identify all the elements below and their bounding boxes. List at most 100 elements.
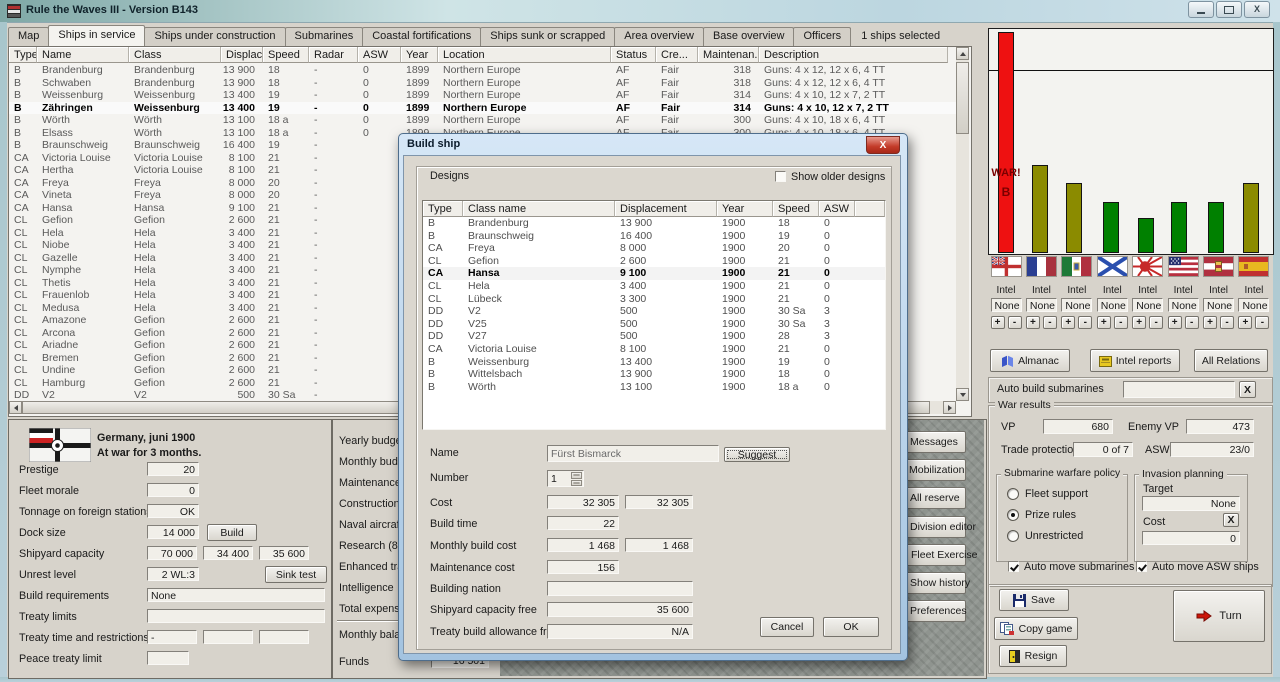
tab-base-overview[interactable]: Base overview	[703, 27, 795, 46]
column-header-location[interactable]: Location	[438, 47, 611, 63]
intel-level-field[interactable]: None	[1026, 298, 1057, 312]
design-row[interactable]: BWörth13 100190018 a0	[423, 381, 885, 394]
design-row[interactable]: BBrandenburg13 9001900180	[423, 217, 885, 230]
scroll-down-button[interactable]	[956, 388, 969, 401]
intel-increase-button[interactable]: +	[991, 316, 1005, 329]
intel-level-field[interactable]: None	[1238, 298, 1269, 312]
design-header-year[interactable]: Year	[717, 201, 773, 217]
intel-decrease-button[interactable]: -	[1149, 316, 1163, 329]
intel-increase-button[interactable]: +	[1238, 316, 1252, 329]
intel-decrease-button[interactable]: -	[1220, 316, 1234, 329]
column-header-maintenan[interactable]: Maintenan...	[698, 47, 759, 63]
column-header-status[interactable]: Status	[611, 47, 656, 63]
design-row[interactable]: BWittelsbach13 9001900180	[423, 368, 885, 381]
column-header-asw[interactable]: ASW	[358, 47, 401, 63]
design-row[interactable]: CLHela3 4001900210	[423, 280, 885, 293]
column-header-cre[interactable]: Cre...	[656, 47, 698, 63]
design-header-type[interactable]: Type	[423, 201, 463, 217]
resign-button[interactable]: Resign	[999, 645, 1067, 667]
intel-decrease-button[interactable]: -	[1114, 316, 1128, 329]
column-header-year[interactable]: Year	[401, 47, 438, 63]
design-row[interactable]: DDV25500190030 Sa3	[423, 318, 885, 331]
radio-fleet-support[interactable]: Fleet support	[1007, 487, 1088, 501]
intel-increase-button[interactable]: +	[1168, 316, 1182, 329]
intel-reports-button[interactable]: Intel reports	[1090, 349, 1180, 372]
tab-ships-under-construction[interactable]: Ships under construction	[144, 27, 285, 46]
checkbox-auto-move-asw-ships[interactable]: Auto move ASW ships	[1136, 560, 1259, 573]
tab-area-overview[interactable]: Area overview	[614, 27, 704, 46]
intel-decrease-button[interactable]: -	[1008, 316, 1022, 329]
ship-row[interactable]: BWörthWörth13 10018 a-01899Northern Euro…	[9, 114, 956, 127]
design-header-class-name[interactable]: Class name	[463, 201, 615, 217]
dialog-close-button[interactable]: X	[866, 136, 900, 154]
maximize-button[interactable]	[1216, 1, 1242, 18]
invasion-target-clear-button[interactable]: X	[1223, 513, 1239, 527]
tab-ships-in-service[interactable]: Ships in service	[48, 25, 145, 46]
ship-row[interactable]: BWeissenburgWeissenburg13 40019-01899Nor…	[9, 89, 956, 102]
intel-level-field[interactable]: None	[1203, 298, 1234, 312]
ship-row[interactable]: BBrandenburgBrandenburg13 90018-01899Nor…	[9, 64, 956, 77]
intel-decrease-button[interactable]: -	[1255, 316, 1269, 329]
radio-prize-rules[interactable]: Prize rules	[1007, 508, 1076, 522]
spin-up-button[interactable]	[571, 472, 582, 479]
intel-increase-button[interactable]: +	[1026, 316, 1040, 329]
intel-decrease-button[interactable]: -	[1078, 316, 1092, 329]
ok-button[interactable]: OK	[823, 617, 879, 637]
ship-name-input[interactable]: Fürst Bismarck	[547, 445, 719, 462]
intel-level-field[interactable]: None	[1061, 298, 1092, 312]
design-row[interactable]: DDV2500190030 Sa3	[423, 305, 885, 318]
invasion-target-field[interactable]: None	[1142, 496, 1240, 511]
all-relations-button[interactable]: All Relations	[1194, 349, 1268, 372]
vertical-scrollbar[interactable]	[956, 47, 969, 401]
intel-decrease-button[interactable]: -	[1185, 316, 1199, 329]
intel-increase-button[interactable]: +	[1132, 316, 1146, 329]
tab-coastal-fortifications[interactable]: Coastal fortifications	[362, 27, 481, 46]
cancel-button[interactable]: Cancel	[760, 617, 814, 637]
tab-map[interactable]: Map	[8, 27, 49, 46]
ship-row[interactable]: BSchwabenBrandenburg13 90018-01899Northe…	[9, 77, 956, 90]
button-sink-test[interactable]: Sink test	[265, 566, 327, 583]
number-spin-buttons[interactable]	[571, 472, 582, 486]
tab-ships-sunk-or-scrapped[interactable]: Ships sunk or scrapped	[480, 27, 615, 46]
vertical-scroll-thumb[interactable]	[956, 62, 969, 134]
intel-increase-button[interactable]: +	[1061, 316, 1075, 329]
number-stepper[interactable]: 1	[547, 470, 584, 487]
design-header-asw[interactable]: ASW	[819, 201, 855, 217]
design-row[interactable]: DDV275001900283	[423, 330, 885, 343]
column-header-speed[interactable]: Speed	[263, 47, 309, 63]
intel-level-field[interactable]: None	[1097, 298, 1128, 312]
ship-row[interactable]: BZähringenWeissenburg13 40019-01899North…	[9, 102, 956, 115]
tab-officers[interactable]: Officers	[793, 27, 851, 46]
column-header-displac[interactable]: Displac...	[221, 47, 263, 63]
design-row[interactable]: CAVictoria Louise8 1001900210	[423, 343, 885, 356]
auto-build-submarines-field[interactable]	[1123, 381, 1235, 398]
spin-down-button[interactable]	[571, 480, 582, 487]
design-row[interactable]: BWeissenburg13 4001900190	[423, 356, 885, 369]
intel-level-field[interactable]: None	[1168, 298, 1199, 312]
copy-game-button[interactable]: Copy game	[994, 617, 1078, 640]
auto-build-clear-button[interactable]: X	[1239, 381, 1256, 398]
almanac-button[interactable]: Almanac	[990, 349, 1070, 372]
save-button[interactable]: Save	[999, 589, 1069, 611]
scroll-up-button[interactable]	[956, 47, 969, 60]
minimize-button[interactable]	[1188, 1, 1214, 18]
intel-increase-button[interactable]: +	[1203, 316, 1217, 329]
design-row[interactable]: CLLübeck3 3001900210	[423, 293, 885, 306]
turn-button[interactable]: Turn	[1173, 590, 1265, 642]
design-row[interactable]: CAHansa9 1001900210	[423, 267, 885, 280]
design-row[interactable]: CLGefion2 6001900210	[423, 255, 885, 268]
column-header-description[interactable]: Description	[759, 47, 948, 63]
column-header-radar[interactable]: Radar	[309, 47, 358, 63]
show-older-designs-checkbox[interactable]: Show older designs	[775, 170, 885, 183]
suggest-button[interactable]: Suggest	[724, 447, 790, 462]
design-row[interactable]: BBraunschweig16 4001900190	[423, 230, 885, 243]
design-row[interactable]: CAFreya8 0001900200	[423, 242, 885, 255]
column-header-name[interactable]: Name	[37, 47, 129, 63]
close-button[interactable]: X	[1244, 1, 1270, 18]
tab-submarines[interactable]: Submarines	[285, 27, 364, 46]
column-header-class[interactable]: Class	[129, 47, 221, 63]
intel-level-field[interactable]: None	[991, 298, 1022, 312]
column-header-type[interactable]: Type	[9, 47, 37, 63]
design-header-speed[interactable]: Speed	[773, 201, 819, 217]
design-header-displacement[interactable]: Displacement	[615, 201, 717, 217]
